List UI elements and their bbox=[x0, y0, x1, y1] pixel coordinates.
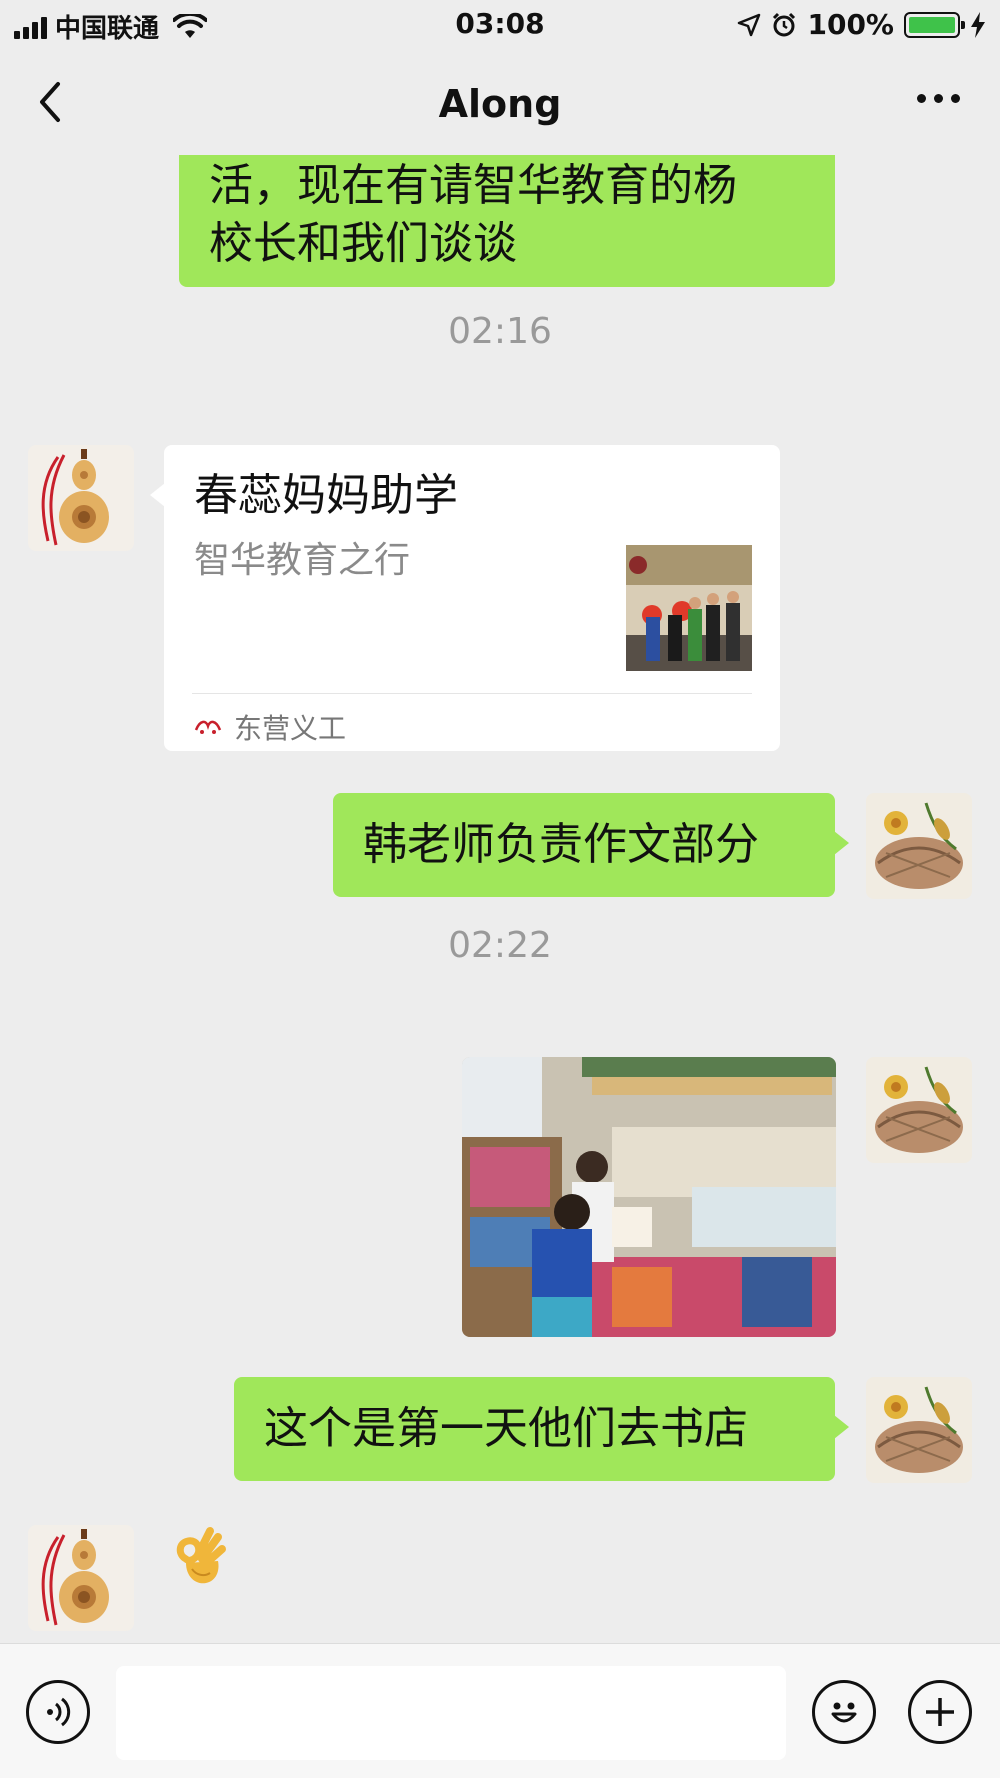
message-list[interactable]: 活，现在有请智华教育的杨 校长和我们谈谈 02:16 春蕊妈妈助学 智华教育之行 bbox=[0, 155, 1000, 1643]
message-text-line: 活，现在有请智华教育的杨 bbox=[209, 160, 737, 211]
avatar-self[interactable] bbox=[866, 793, 972, 899]
chat-title: Along bbox=[438, 82, 562, 126]
alarm-icon bbox=[773, 12, 796, 36]
voice-icon[interactable] bbox=[26, 1680, 90, 1744]
input-bar bbox=[0, 1643, 1000, 1778]
battery-icon bbox=[904, 11, 965, 38]
basket-avatar-image bbox=[866, 1057, 972, 1163]
plus-icon[interactable] bbox=[908, 1680, 972, 1744]
location-icon bbox=[738, 13, 761, 36]
gourd-avatar-image bbox=[28, 1525, 134, 1631]
timestamp: 02:22 bbox=[448, 925, 552, 966]
volunteer-logo-icon bbox=[194, 720, 222, 734]
message-text: 这个是第一天他们去书店 bbox=[264, 1403, 748, 1454]
link-card-source: 东营义工 bbox=[194, 707, 346, 747]
ok-hand-emoji-icon[interactable] bbox=[172, 1525, 228, 1589]
message-bubble-outgoing[interactable]: 韩老师负责作文部分 bbox=[333, 793, 849, 897]
message-text: 韩老师负责作文部分 bbox=[363, 819, 759, 870]
message-bubble-outgoing[interactable]: 这个是第一天他们去书店 bbox=[234, 1377, 849, 1481]
smiley-icon[interactable] bbox=[812, 1680, 876, 1744]
more-dots-icon[interactable] bbox=[917, 94, 960, 103]
message-bubble-outgoing[interactable]: 活，现在有请智华教育的杨 校长和我们谈谈 bbox=[179, 155, 835, 287]
avatar-self[interactable] bbox=[866, 1057, 972, 1163]
gourd-avatar-image bbox=[28, 445, 134, 551]
basket-avatar-image bbox=[866, 793, 972, 899]
status-bar: 中国联通 03:08 100% bbox=[0, 0, 1000, 50]
charging-icon bbox=[971, 11, 985, 38]
message-input[interactable] bbox=[116, 1666, 786, 1760]
battery-percent: 100% bbox=[807, 8, 894, 41]
timestamp: 02:16 bbox=[448, 311, 552, 352]
link-card-description: 智华教育之行 bbox=[194, 540, 411, 581]
group-photo-image bbox=[626, 545, 752, 671]
link-card-source-name: 东营义工 bbox=[234, 712, 347, 745]
link-card-title: 春蕊妈妈助学 bbox=[194, 470, 458, 521]
message-text-line: 校长和我们谈谈 bbox=[209, 218, 517, 269]
bookstore-photo-image bbox=[462, 1057, 836, 1337]
image-message[interactable] bbox=[462, 1057, 836, 1337]
link-card-divider bbox=[192, 693, 752, 694]
chat-header: Along bbox=[0, 50, 1000, 155]
battery-fill bbox=[909, 16, 955, 33]
link-card-thumbnail bbox=[626, 545, 752, 671]
link-card[interactable]: 春蕊妈妈助学 智华教育之行 东营义工 bbox=[150, 445, 780, 751]
avatar-contact[interactable] bbox=[28, 1525, 134, 1631]
avatar-self[interactable] bbox=[866, 1377, 972, 1483]
basket-avatar-image bbox=[866, 1377, 972, 1483]
avatar-contact[interactable] bbox=[28, 445, 134, 551]
